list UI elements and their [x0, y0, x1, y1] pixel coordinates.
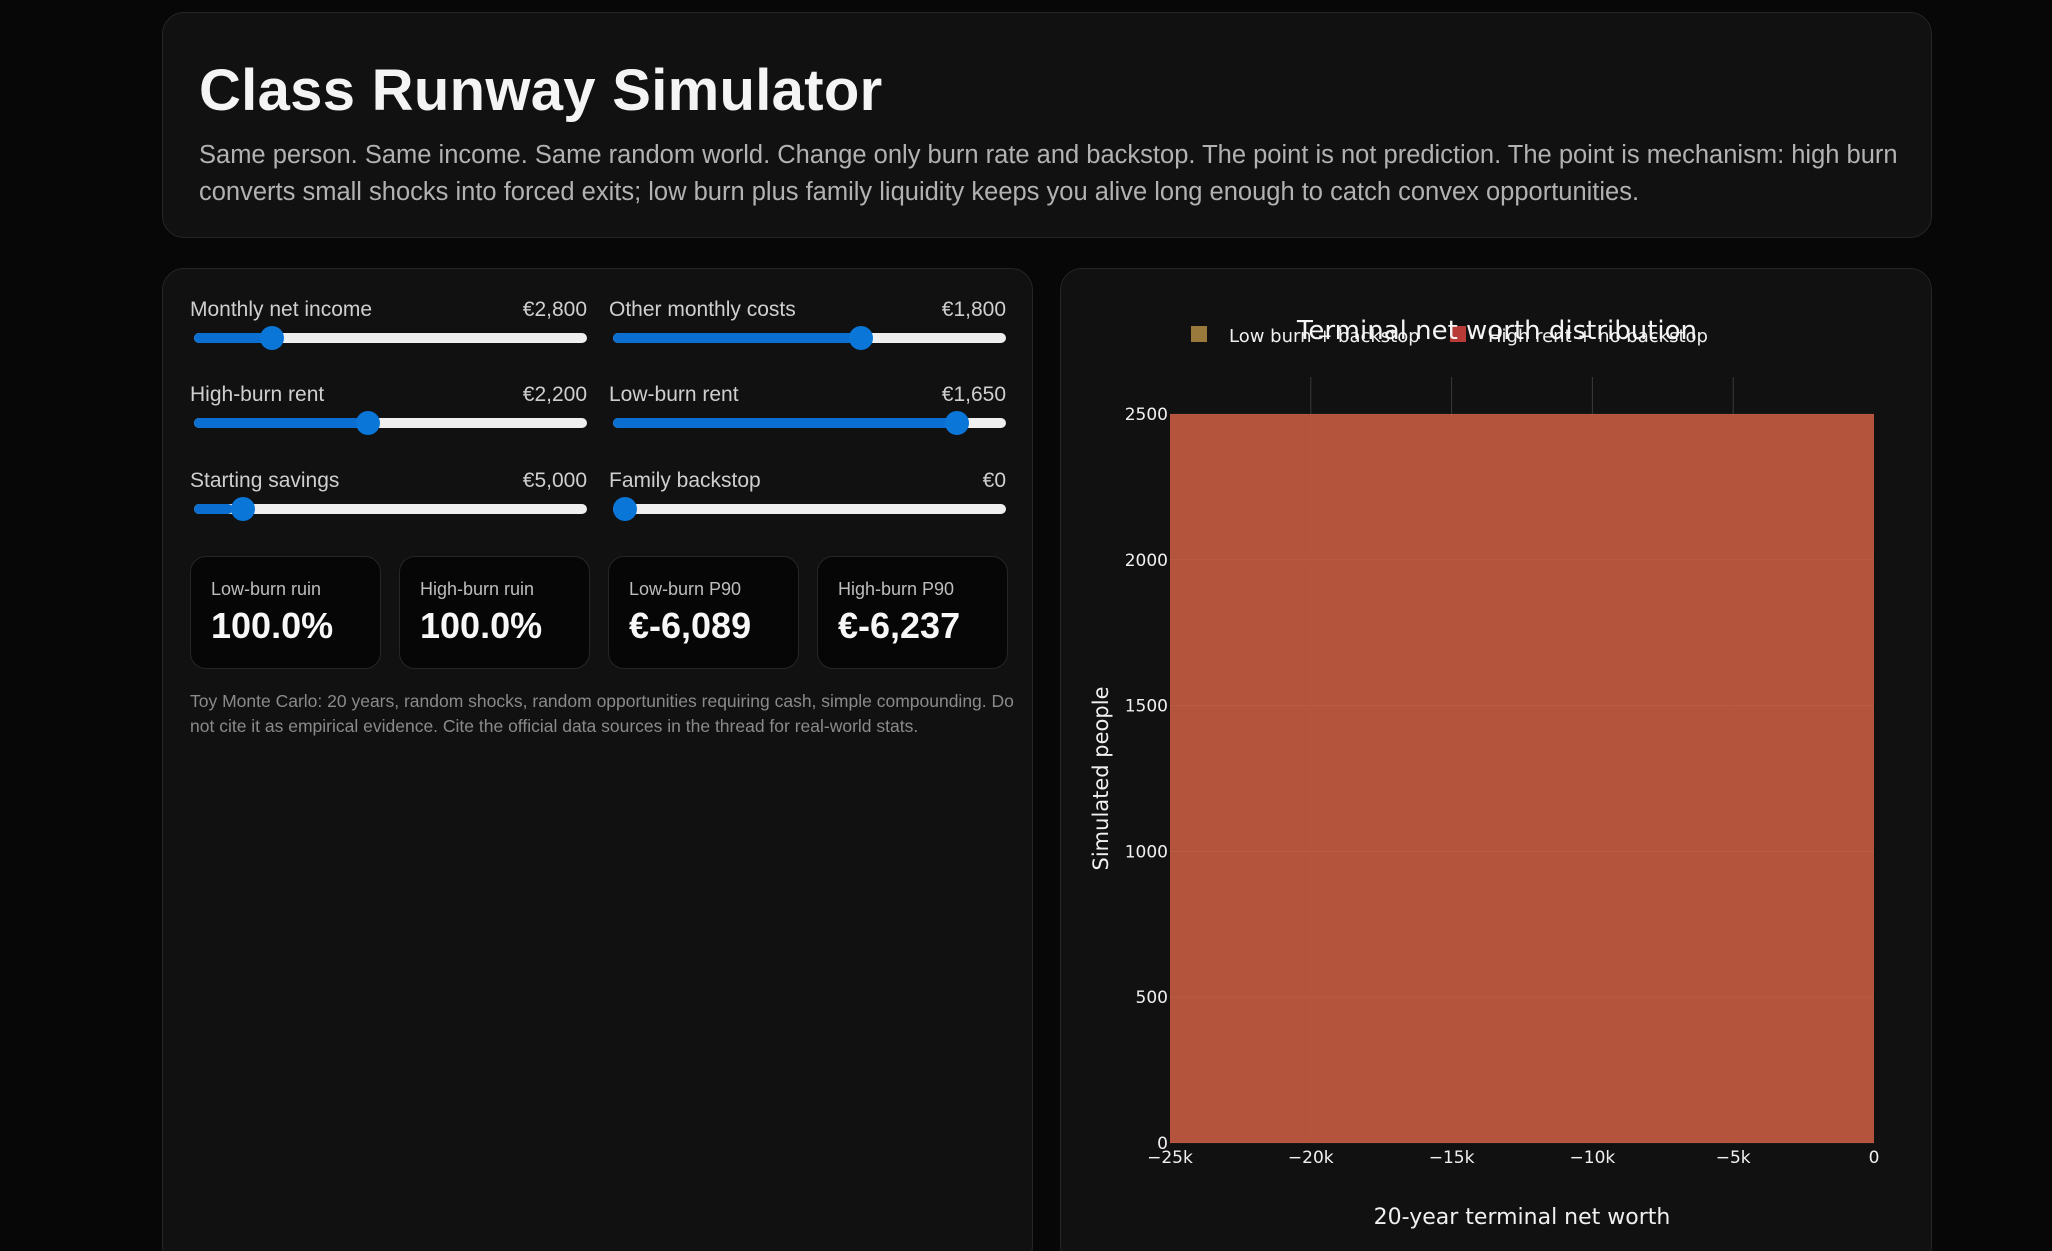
x-tick-label: −10k — [1570, 1148, 1616, 1168]
y-tick-label: 2500 — [1125, 405, 1168, 425]
stat-value: 100.0% — [420, 605, 543, 646]
monthly-net-income-slider[interactable] — [194, 326, 587, 350]
header-card: Class Runway Simulator Same person. Same… — [162, 12, 1932, 238]
slider-fill — [194, 333, 265, 343]
family-backstop-slider-group: Family backstop €0 — [609, 469, 1006, 529]
other-monthly-costs-slider[interactable] — [613, 326, 1006, 350]
slider-fill — [613, 418, 967, 428]
high-burn-rent-slider-group: High-burn rent €2,200 — [190, 383, 587, 443]
y-tick-label: 2000 — [1125, 551, 1168, 571]
slider-thumb[interactable] — [260, 326, 285, 350]
stat-value: €-6,237 — [838, 605, 961, 646]
x-axis-title: 20-year terminal net worth — [1374, 1205, 1671, 1230]
chart-panel: 0 500 1000 1500 2000 2500 −25k −20k −15k −10k −5k 0… — [1060, 268, 1932, 1251]
y-tick-label: 1000 — [1125, 842, 1168, 862]
slider-thumb[interactable] — [849, 326, 874, 350]
high-burn-rent-slider[interactable] — [194, 411, 587, 435]
family-backstop-value: €0 — [982, 469, 1006, 492]
stat-label: Low-burn ruin — [211, 579, 322, 599]
x-tick-label: −5k — [1716, 1148, 1751, 1168]
slider-thumb[interactable] — [613, 497, 637, 521]
disclaimer-note: Toy Monte Carlo: 20 years, random shocks… — [190, 691, 1014, 736]
x-tick-label: −15k — [1429, 1148, 1475, 1168]
low-burn-rent-slider[interactable] — [613, 411, 1006, 435]
low-burn-rent-slider-group: Low-burn rent €1,650 — [609, 383, 1006, 443]
starting-savings-slider-group: Starting savings €5,000 — [190, 469, 587, 529]
low-burn-rent-value: €1,650 — [941, 383, 1006, 406]
histogram-chart[interactable]: 05001000150020002500−25k −20k −15k −10k −5k 0… — [1061, 269, 1933, 1251]
starting-savings-slider[interactable] — [194, 497, 587, 521]
x-tick-label: −25k — [1147, 1148, 1193, 1168]
page-title: Class Runway Simulator — [199, 58, 883, 123]
low-burn-ruin-stat: Low-burn ruin 100.0% — [190, 556, 381, 669]
chart-title: Terminal net worth distribution — [1296, 316, 1697, 346]
monthly-net-income-label: Monthly net income — [190, 298, 373, 321]
family-backstop-label: Family backstop — [609, 469, 761, 492]
stat-label: High-burn ruin — [420, 579, 535, 599]
y-axis-title: Simulated people — [1089, 687, 1113, 871]
stat-value: 100.0% — [211, 605, 334, 646]
other-monthly-costs-value: €1,800 — [941, 298, 1006, 321]
other-monthly-costs-label: Other monthly costs — [609, 298, 796, 321]
x-tick-label: 0 — [1869, 1148, 1880, 1168]
starting-savings-label: Starting savings — [190, 469, 340, 492]
slider-fill — [194, 504, 234, 514]
low-burn-rent-label: Low-burn rent — [609, 383, 739, 406]
stat-label: Low-burn P90 — [629, 579, 742, 599]
starting-savings-value: €5,000 — [522, 469, 587, 492]
stat-label: High-burn P90 — [838, 579, 955, 599]
controls-panel: Monthly net income €2,800 Other monthly … — [162, 268, 1033, 1251]
stat-value: €-6,089 — [629, 605, 752, 646]
other-monthly-costs-slider-group: Other monthly costs €1,800 — [609, 298, 1006, 358]
slider-thumb[interactable] — [230, 497, 255, 521]
y-tick-label: 500 — [1136, 988, 1168, 1008]
high-burn-ruin-stat: High-burn ruin 100.0% — [399, 556, 590, 669]
monthly-net-income-slider-group: Monthly net income €2,800 — [190, 298, 587, 358]
y-tick-label: 1500 — [1125, 697, 1168, 717]
legend-swatch — [1191, 326, 1207, 342]
low-burn-p90-stat: Low-burn P90 €-6,089 — [608, 556, 799, 669]
x-tick-label: −20k — [1288, 1148, 1334, 1168]
slider-fill — [194, 418, 367, 428]
high-burn-rent-value: €2,200 — [522, 383, 587, 406]
monthly-net-income-value: €2,800 — [522, 298, 587, 321]
histogram-bar — [1170, 414, 1874, 1143]
high-burn-p90-stat: High-burn P90 €-6,237 — [817, 556, 1008, 669]
high-burn-rent-label: High-burn rent — [190, 383, 325, 406]
slider-fill — [613, 333, 865, 343]
slider-thumb[interactable] — [356, 411, 381, 435]
slider-thumb[interactable] — [945, 411, 970, 435]
family-backstop-slider[interactable] — [613, 497, 1006, 521]
page-subtitle: Same person. Same income. Same random wo… — [199, 141, 1898, 206]
